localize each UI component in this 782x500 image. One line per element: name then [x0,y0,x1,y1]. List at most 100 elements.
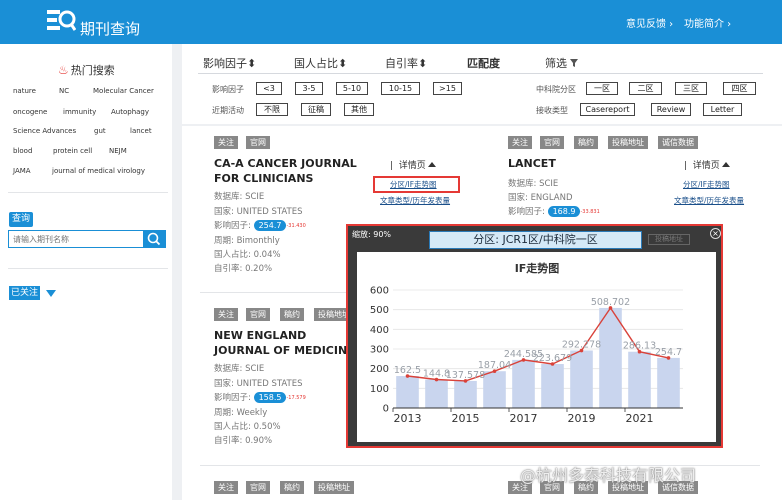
activity-option[interactable]: 其他 [344,103,374,116]
hot-tag[interactable]: Science Advances [13,127,76,135]
hot-tag[interactable]: NEJM [109,147,127,155]
caret-up-icon [721,162,730,167]
guide-tag[interactable]: 稿约 [574,136,598,149]
if-delta: -17.579 [286,395,306,401]
chart-title: IF走势图 [515,261,560,275]
y-tick-label: 300 [370,345,389,356]
zone-option[interactable]: 四区 [723,82,756,95]
detail-toggle[interactable]: | 详情页 [390,158,436,171]
hot-tag[interactable]: Autophagy [111,108,149,116]
filter-tab[interactable]: 筛选 [545,55,579,71]
guide-tag[interactable]: 稿约 [280,308,304,321]
follow-tag[interactable]: 关注 [214,308,238,321]
follow-tag[interactable]: 关注 [508,136,532,149]
hot-tag[interactable]: blood [13,147,32,155]
article-type-link[interactable]: 文章类型/历年发表量 [674,195,744,206]
sort-self-cite[interactable]: 自引率⬍ [385,55,427,71]
hot-tag[interactable]: protein cell [53,147,92,155]
hot-tag[interactable]: JAMA [13,167,31,175]
journal-chinese-ratio: 国人占比: 0.50% [214,422,281,432]
guide-tag[interactable]: 稿约 [280,481,304,494]
if-option[interactable]: >15 [433,82,462,95]
filter-label: 筛选 [545,57,567,70]
if-option[interactable]: 3-5 [295,82,323,95]
hot-tag[interactable]: gut [94,127,106,135]
hot-tag[interactable]: immunity [63,108,96,116]
caret-down-icon[interactable] [46,290,56,297]
data-label: 137.578 [446,370,485,381]
hot-tag[interactable]: journal of medical virology [52,167,145,175]
if-option[interactable]: 5-10 [336,82,368,95]
zone-option[interactable]: 二区 [629,82,662,95]
bar [512,359,535,408]
hot-tag[interactable]: nature [13,87,36,95]
if-badge: 168.9 [547,206,581,217]
follow-tag[interactable]: 关注 [214,136,238,149]
activity-option[interactable]: 征稿 [301,103,331,116]
x-tick-label: 2017 [510,412,538,425]
hot-tag[interactable]: Molecular Cancer [93,87,154,95]
zone-filter-label: 中科院分区 [536,85,576,94]
trend-link[interactable]: 分区/IF走势图 [683,179,730,190]
journal-self-cite: 自引率: 0.20% [214,264,273,274]
if-label: 影响因子: [214,221,251,231]
data-label: 223.679 [533,353,572,364]
follow-tag[interactable]: 关注 [214,481,238,494]
submission-tag[interactable]: 投稿地址 [314,481,354,494]
top-bar: 期刊查询 意见反馈 › 功能简介 › [0,0,782,44]
y-tick-label: 200 [370,364,389,375]
type-option[interactable]: Review [651,103,691,116]
y-tick-label: 500 [370,305,389,316]
official-site-tag[interactable]: 官网 [540,136,564,149]
sidebar-divider [8,192,168,193]
search-label: 查询 [9,212,34,227]
activity-filter-label: 近期活动 [212,106,244,115]
intro-link[interactable]: 功能简介 › [684,15,731,30]
sort-match[interactable]: 匹配度 [467,55,500,71]
close-icon[interactable]: × [710,228,721,239]
if-option[interactable]: 10-15 [381,82,420,95]
journal-database: 数据库: SCIE [214,364,265,374]
y-tick-label: 0 [383,404,389,415]
followed-toggle[interactable]: 已关注 [9,286,41,300]
type-option[interactable]: Casereport [580,103,635,116]
bar [454,380,477,408]
hot-tag[interactable]: NC [59,87,69,95]
journal-title[interactable]: NEW ENGLAND JOURNAL OF MEDICINE [214,328,364,358]
if-option[interactable]: <3 [256,82,282,95]
hot-tag[interactable]: oncogene [13,108,47,116]
x-tick-label: 2021 [626,412,654,425]
article-type-link[interactable]: 文章类型/历年发表量 [380,195,450,206]
official-site-tag[interactable]: 官网 [246,136,270,149]
popup-title: 分区: JCR1区/中科院一区 [429,231,642,249]
feedback-link[interactable]: 意见反馈 › [626,15,673,30]
journal-title[interactable]: LANCET [508,156,556,171]
detail-toggle[interactable]: | 详情页 [684,158,730,171]
submission-tag[interactable]: 投稿地址 [608,136,648,149]
hot-tag[interactable]: lancet [130,127,152,135]
zone-option[interactable]: 一区 [586,82,618,95]
zone-option[interactable]: 三区 [675,82,707,95]
if-badge: 158.5 [253,392,287,403]
type-option[interactable]: Letter [703,103,742,116]
y-tick-label: 400 [370,325,389,336]
watermark: @杭州多泰科技有限公司 [520,466,697,485]
if-label: 影响因子: [214,393,251,403]
if-delta: -33.831 [580,209,600,215]
sort-chinese-ratio[interactable]: 国人占比⬍ [294,55,347,71]
x-tick-label: 2013 [394,412,422,425]
data-label: 254.7 [655,347,682,358]
search-input[interactable] [9,231,145,247]
zoom-label: 缩放: 90% [352,230,392,239]
official-site-tag[interactable]: 官网 [246,481,270,494]
sort-impact-factor[interactable]: 影响因子⬍ [203,55,256,71]
bar [570,350,593,408]
search-box [8,230,166,248]
journal-title[interactable]: CA-A CANCER JOURNAL FOR CLINICIANS [214,156,384,186]
integrity-tag[interactable]: 诚信数据 [658,136,698,149]
activity-option[interactable]: 不限 [256,103,288,116]
sort-divider [198,73,763,74]
search-button[interactable] [143,231,165,247]
bar [599,307,622,408]
official-site-tag[interactable]: 官网 [246,308,270,321]
